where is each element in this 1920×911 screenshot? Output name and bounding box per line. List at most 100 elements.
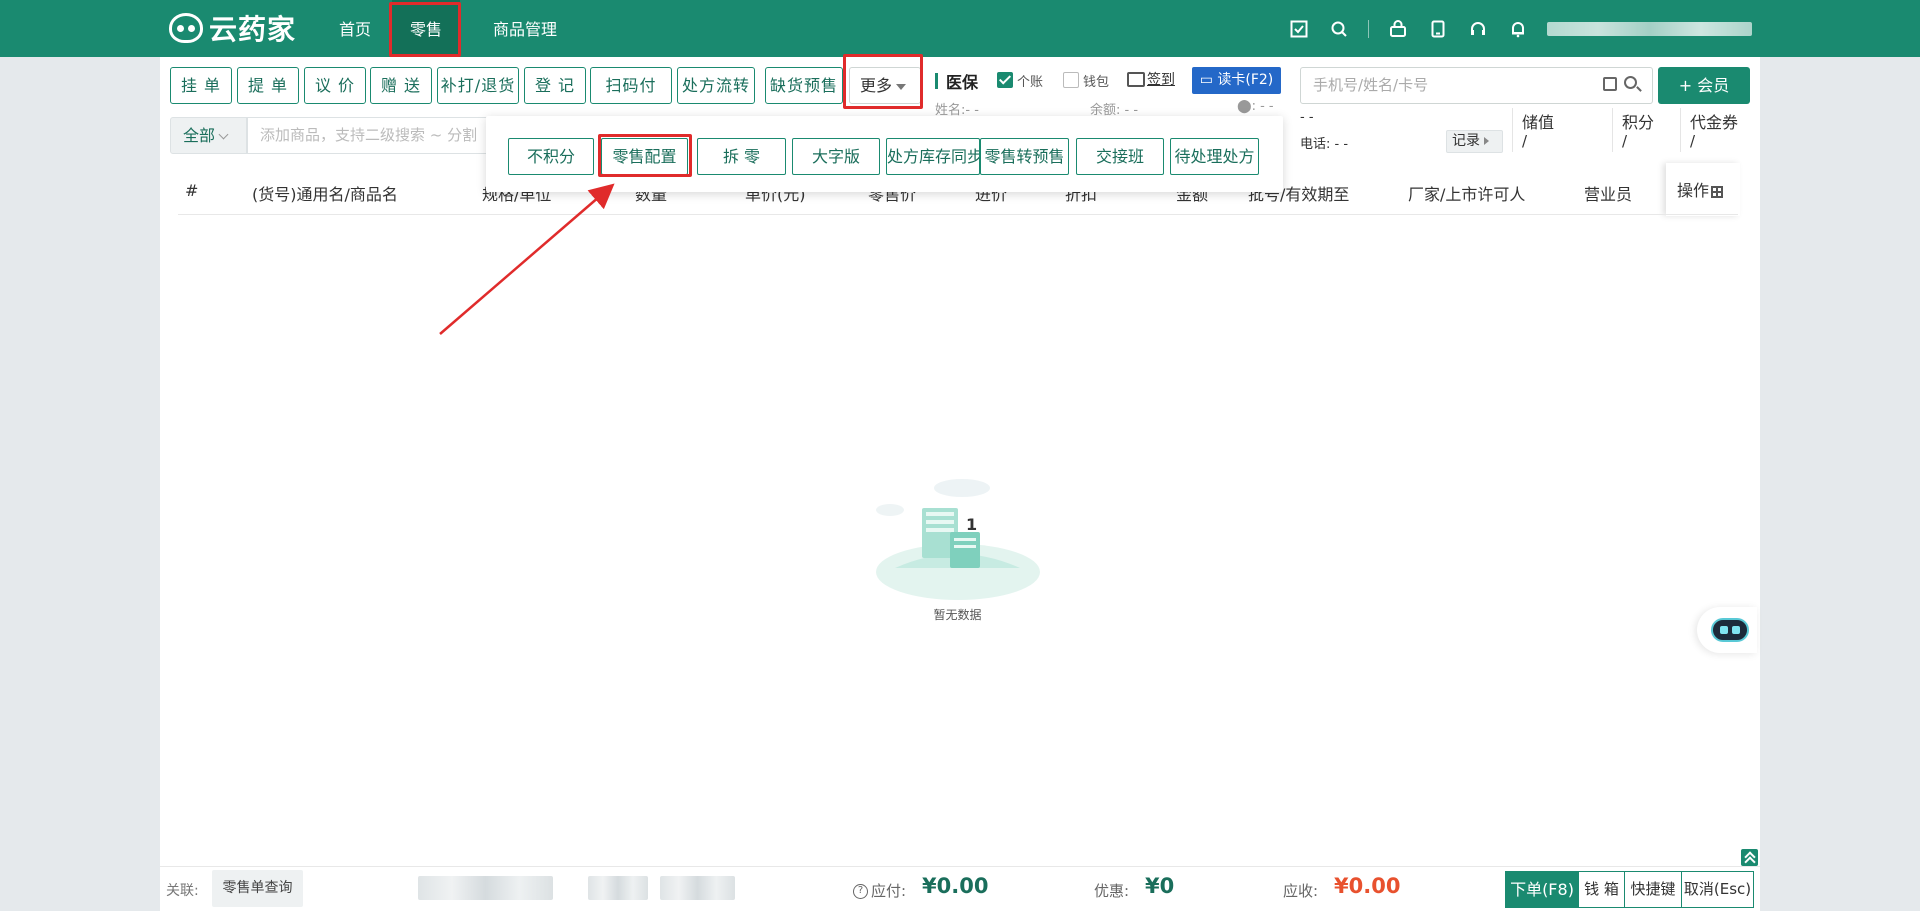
footer-divider (160, 866, 1760, 867)
chevron-down-icon (218, 129, 229, 140)
payable-amount: ¥0.00 (922, 874, 989, 898)
member-search-icon[interactable] (1624, 76, 1637, 89)
top-icon-group (1288, 15, 1752, 43)
operations-column[interactable]: 操作 (1666, 163, 1740, 216)
retail-to-presale-button[interactable]: 零售转预售 (980, 138, 1069, 175)
brand-name: 云药家 (209, 13, 297, 46)
negotiate-price-button[interactable]: 议 价 (304, 67, 366, 104)
obscured-info (588, 876, 648, 900)
col-goods-name: (货号)通用名/商品名 (252, 185, 398, 204)
more-label: 更多 (860, 76, 893, 95)
divider (1368, 20, 1369, 38)
wallet-label: 钱包 (1083, 75, 1110, 90)
receivable-amount: ¥0.00 (1334, 874, 1401, 898)
voucher-label: 代金券 (1690, 113, 1739, 132)
robot-icon (1711, 618, 1749, 642)
col-index: # (185, 181, 199, 200)
category-select[interactable]: 全部 (170, 117, 247, 154)
app-logo[interactable]: 云药家 (169, 10, 296, 46)
lock-bag-icon[interactable] (1387, 18, 1409, 40)
collapse-up-icon[interactable] (1741, 849, 1758, 866)
split-unit-button[interactable]: 拆 零 (697, 138, 786, 175)
read-card-button[interactable]: ▭ 读卡(F2) (1192, 67, 1281, 94)
divider (1512, 108, 1513, 152)
divider (1680, 108, 1681, 152)
payable-label-text: 应付: (871, 882, 907, 900)
hold-order-button[interactable]: 挂 单 (170, 67, 232, 104)
member-search-input[interactable]: 手机号/姓名/卡号 (1300, 67, 1653, 104)
related-label: 关联: (166, 883, 199, 899)
shortcuts-button[interactable]: 快捷键 (1624, 871, 1682, 908)
gift-button[interactable]: 赠 送 (370, 67, 432, 104)
more-dropdown-button[interactable]: 更多 (849, 67, 921, 104)
col-salesperson: 营业员 (1584, 185, 1633, 204)
register-button[interactable]: 登 记 (524, 67, 586, 104)
nav-retail[interactable]: 零售 (392, 0, 460, 57)
location-pin-icon: ⬤ (1237, 99, 1252, 114)
records-label: 记录 (1452, 133, 1480, 149)
large-font-button[interactable]: 大字版 (792, 138, 880, 175)
col-manufacturer: 厂家/上市许可人 (1408, 185, 1526, 204)
operations-label: 操作 (1677, 181, 1710, 200)
personal-account-checkbox[interactable] (997, 72, 1013, 88)
sign-in-link[interactable]: 签到 (1147, 69, 1175, 89)
obscured-info (418, 876, 553, 900)
submit-order-button[interactable]: 下单(F8) (1505, 871, 1579, 908)
cash-box-button[interactable]: 钱 箱 (1578, 871, 1625, 908)
checkbox-task-icon[interactable] (1288, 18, 1310, 40)
read-card-label: 读卡(F2) (1217, 72, 1274, 88)
nav-home[interactable]: 首页 (330, 0, 380, 57)
bell-icon[interactable] (1507, 18, 1529, 40)
empty-state-illustration: 1 (870, 470, 1045, 600)
retail-config-button[interactable]: 零售配置 (601, 138, 688, 175)
add-member-button[interactable]: + 会员 (1658, 67, 1750, 104)
reprint-return-button[interactable]: 补打/退货 (437, 67, 519, 104)
goods-search-input[interactable]: 添加商品，支持二级搜索 ~ 分割 (247, 117, 487, 154)
headset-icon[interactable] (1467, 18, 1489, 40)
receivable-label: 应收: (1283, 882, 1319, 900)
medical-insurance-title: 医保 (946, 73, 979, 92)
header-divider (178, 214, 1738, 215)
assistant-bot-button[interactable] (1697, 607, 1757, 653)
voucher-value: / (1690, 132, 1696, 150)
stored-value: / (1522, 132, 1528, 150)
user-info-obscured[interactable] (1547, 22, 1752, 36)
empty-state-text: 暂无数据 (933, 608, 982, 622)
location-value: : - - (1251, 99, 1274, 114)
wallet-checkbox[interactable] (1063, 72, 1079, 88)
triangle-right-icon (1484, 137, 1489, 145)
id-card-icon: ▭ (1199, 72, 1218, 88)
member-phone: 电话: - - (1300, 137, 1349, 152)
cancel-button[interactable]: 取消(Esc) (1681, 871, 1754, 908)
no-points-button[interactable]: 不积分 (508, 138, 594, 175)
prescription-transfer-button[interactable]: 处方流转 (677, 67, 755, 104)
obscured-info (660, 876, 735, 900)
location-info: ⬤: - - (1237, 99, 1274, 114)
logo-mark-icon (169, 13, 203, 43)
edit-icon[interactable] (1603, 77, 1617, 91)
personal-account-label: 个账 (1017, 75, 1044, 90)
nav-goods-management[interactable]: 商品管理 (470, 0, 580, 57)
retail-order-query-button[interactable]: 零售单查询 (212, 870, 303, 907)
divider (1612, 108, 1613, 152)
svg-text:1: 1 (966, 515, 977, 534)
records-button[interactable]: 记录 (1446, 130, 1503, 153)
category-label: 全部 (183, 126, 216, 145)
tablet-icon[interactable] (1427, 18, 1449, 40)
grid-settings-icon[interactable] (1711, 185, 1724, 198)
scan-pay-button[interactable]: 扫码付 (590, 67, 672, 104)
stored-value-label: 储值 (1522, 113, 1555, 132)
shift-handover-button[interactable]: 交接班 (1076, 138, 1164, 175)
shortage-presale-button[interactable]: 缺货预售 (765, 67, 843, 104)
search-icon[interactable] (1328, 18, 1350, 40)
top-nav-bar: 云药家 首页 零售 商品管理 (0, 0, 1920, 57)
discount-label: 优惠: (1094, 882, 1130, 900)
discount-amount: ¥0 (1145, 874, 1175, 898)
question-icon[interactable]: ? (853, 884, 868, 899)
prescription-stock-sync-button[interactable]: 处方库存同步 (886, 138, 980, 175)
caret-down-icon (896, 83, 907, 90)
sign-in-icon (1127, 72, 1145, 87)
pending-prescriptions-button[interactable]: 待处理处方 (1170, 138, 1259, 175)
retrieve-order-button[interactable]: 提 单 (237, 67, 299, 104)
points-value: / (1622, 132, 1628, 150)
